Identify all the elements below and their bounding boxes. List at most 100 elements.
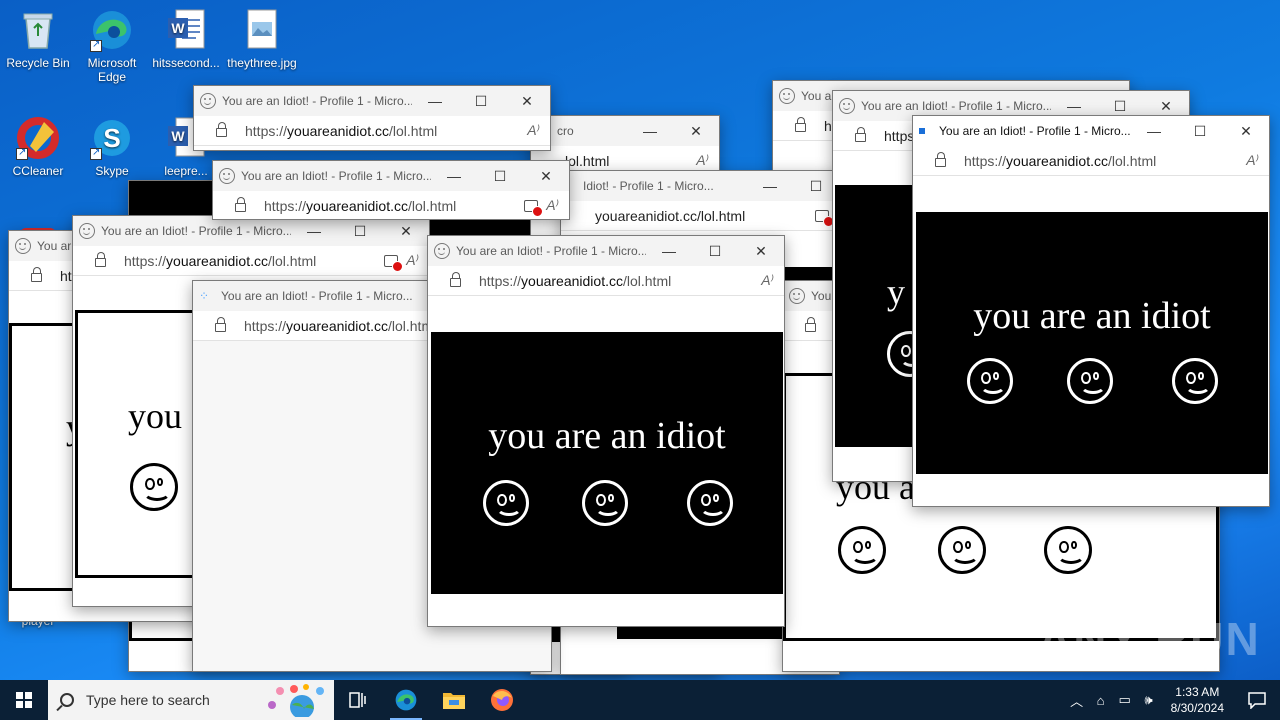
url-prefix: https:// [245,122,288,139]
ccleaner-logo-icon [16,116,60,160]
svg-text:S: S [103,123,120,153]
smiley-favicon-icon [15,238,31,254]
browser-window[interactable]: You are an Idiot! - Profile 1 - Micro...… [427,235,785,627]
popup-blocked-icon[interactable] [815,209,834,227]
desktop-icon-label: Microsoft Edge [87,56,137,84]
window-title: You are an Idiot! - Profile 1 - Micro... [222,94,412,108]
chevron-up-icon[interactable]: ︿ [1065,691,1089,710]
smiley-favicon-icon [79,223,95,239]
url-path: /lol.html [407,197,457,214]
url-path: /lol.html [267,252,317,269]
address-bar[interactable]: https://youareanidiot.cc/lol.html A⁾ [213,191,569,219]
title-bar[interactable]: You are an Idiot! - Profile 1 - Micro...… [913,116,1269,146]
network-icon[interactable]: ▭ [1113,692,1137,708]
lock-icon [855,127,866,142]
browser-window[interactable]: You are an Idiot! - Profile 1 - Micro...… [912,115,1270,507]
taskbar-search-box[interactable]: Type here to search [48,680,334,720]
close-button[interactable]: ✕ [738,243,784,260]
minimize-button[interactable]: — [747,178,793,194]
url-prefix: https:// [124,252,167,269]
browser-window[interactable]: You are an Idiot! - Profile 1 - Micro...… [212,160,570,220]
search-icon [60,693,74,707]
title-bar[interactable]: cro — ✕ [531,116,719,146]
maximize-button[interactable]: ☐ [1097,98,1143,115]
close-button[interactable]: ✕ [1223,123,1269,140]
minimize-button[interactable]: — [627,123,673,139]
ccleaner-icon[interactable]: CCleaner [0,116,76,178]
address-bar[interactable]: youareanidiot.cc/lol.html [561,201,839,231]
read-aloud-icon[interactable]: A⁾ [1246,152,1259,169]
url-prefix: https:// [264,197,307,214]
maximize-button[interactable]: ☐ [477,168,523,185]
lock-icon [935,152,946,167]
minimize-button[interactable]: — [431,168,477,184]
address-bar[interactable]: https://youareanidiot.cc/lol.html A⁾ [194,116,550,146]
maximize-button[interactable]: ☐ [1177,123,1223,140]
close-button[interactable]: ✕ [1143,98,1189,115]
taskbar: Type here to search ︿ ⌂ ▭ 🕪 1:33 AM 8/30… [0,680,1280,720]
clock[interactable]: 1:33 AM 8/30/2024 [1161,684,1234,716]
smiley-face-icon [1172,358,1218,404]
start-button[interactable] [0,680,48,720]
maximize-button[interactable]: ☐ [337,223,383,240]
taskbar-edge-button[interactable] [382,680,430,720]
browser-window[interactable]: You are an Idiot! - Profile 1 - Micro...… [193,85,551,151]
skype-icon[interactable]: S Skype [74,116,150,178]
maximize-button[interactable]: ☐ [692,243,738,260]
window-title: You are an Idiot! - Profile 1 - Micro... [456,244,646,258]
skype-logo-icon: S [90,116,134,160]
word-document-icon[interactable]: W hitssecond... [148,8,224,70]
clock-date: 8/30/2024 [1170,701,1224,715]
recycle-bin-icon-image [16,8,60,52]
notification-button[interactable] [1234,680,1280,720]
title-bar[interactable]: You are an Idiot! - Profile 1 - Micro...… [428,236,784,266]
close-button[interactable]: ✕ [504,93,550,110]
taskbar-firefox-button[interactable] [478,680,526,720]
read-aloud-icon[interactable]: A⁾ [406,252,419,269]
read-aloud-icon[interactable]: A⁾ [696,152,709,169]
close-button[interactable]: ✕ [673,123,719,140]
volume-icon[interactable]: 🕪 [1137,692,1161,708]
title-bar[interactable]: You are an Idiot! - Profile 1 - Micro...… [213,161,569,191]
minimize-button[interactable]: — [646,243,692,259]
page-message: you are an idiot [488,415,726,457]
smiley-face-icon [130,463,178,511]
lock-icon [95,252,106,267]
address-url: https://youareanidiot.cc/lol.html [264,198,516,214]
address-url: https://youareanidiot.cc/lol.html [245,123,519,139]
address-bar[interactable]: https://youareanidiot.cc/lol.html A⁾ [73,246,429,276]
title-bar[interactable]: Idiot! - Profile 1 - Micro... — ☐ [561,171,839,201]
url-prefix: https:// [244,317,287,334]
minimize-button[interactable]: — [1051,98,1097,114]
address-bar[interactable]: https://youareanidiot.cc/lol.html A⁾ [913,146,1269,176]
task-view-button[interactable] [334,680,382,720]
title-bar[interactable]: You are an Idiot! - Profile 1 - Micro...… [194,86,550,116]
title-bar[interactable]: You are an Idiot! - Profile 1 - Micro...… [73,216,429,246]
close-button[interactable]: ✕ [383,223,429,240]
maximize-button[interactable]: ☐ [458,93,504,110]
smiley-favicon-icon [839,98,855,114]
lock-icon [31,267,42,282]
microsoft-edge-icon[interactable]: Microsoft Edge [74,8,150,84]
popup-blocked-icon[interactable] [384,254,404,272]
firefox-logo-icon [491,689,513,711]
minimize-button[interactable]: — [291,223,337,239]
url-path: /lol.html [1107,152,1157,169]
minimize-button[interactable]: — [412,93,458,109]
address-bar[interactable]: https://youareanidiot.cc/lol.html A⁾ [428,266,784,296]
minimize-button[interactable]: — [1131,123,1177,139]
close-button[interactable]: ✕ [523,168,569,185]
read-aloud-icon[interactable]: A⁾ [527,122,540,139]
windows-logo-icon [16,692,32,708]
address-url: https://youareanidiot.cc/lol.html [479,273,753,289]
recycle-bin-icon[interactable]: Recycle Bin [0,8,76,70]
image-file-icon[interactable]: theythree.jpg [224,8,300,70]
smiley-favicon-icon [219,168,235,184]
taskbar-file-explorer-button[interactable] [430,680,478,720]
read-aloud-icon[interactable]: A⁾ [761,272,774,289]
popup-blocked-icon[interactable] [524,199,544,217]
smiley-face-icon [967,358,1013,404]
url-domain: youareanidiot.cc [166,252,268,269]
network-adapter-icon[interactable]: ⌂ [1089,693,1113,708]
read-aloud-icon[interactable]: A⁾ [546,197,559,214]
